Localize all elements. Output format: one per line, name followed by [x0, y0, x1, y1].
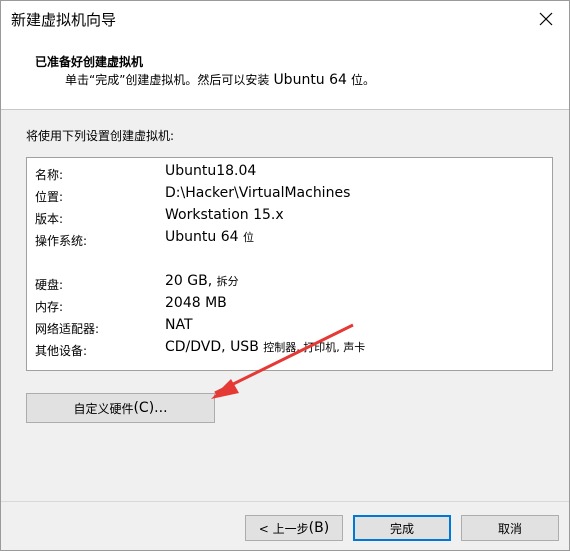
summary-label: 内存:	[35, 300, 64, 314]
close-icon	[539, 12, 553, 26]
summary-value: Workstation 15.x	[165, 207, 284, 223]
settings-summary-box: 名称: Ubuntu18.04 位置: D:\Hacker\VirtualMac…	[26, 157, 553, 371]
summary-value-main: CD/DVD, USB	[165, 339, 259, 355]
summary-label: 硬盘:	[35, 278, 64, 292]
summary-value: NAT	[165, 317, 193, 333]
title-bar: 新建虚拟机向导	[1, 1, 569, 37]
footer-divider	[1, 501, 569, 502]
summary-value-extra: 控制器, 打印机, 声卡	[263, 341, 366, 354]
summary-row-network: 网络适配器: NAT	[27, 316, 552, 338]
summary-row-os: 操作系统: Ubuntu 64 位	[27, 228, 552, 250]
summary-value: CD/DVD, USB 控制器, 打印机, 声卡	[165, 339, 365, 355]
summary-value-main: 2048 MB	[165, 295, 227, 311]
intro-text: 将使用下列设置创建虚拟机:	[26, 129, 175, 143]
summary-value-extra: 位	[242, 231, 254, 244]
summary-row-disk: 硬盘: 20 GB, 拆分	[27, 272, 552, 294]
header-subtitle-suffix: 位。	[350, 73, 375, 87]
arrow-head	[211, 379, 239, 399]
summary-row-name: 名称: Ubuntu18.04	[27, 162, 552, 184]
summary-label: 版本:	[35, 212, 64, 226]
summary-value-main: NAT	[165, 317, 193, 333]
window-title: 新建虚拟机向导	[11, 11, 117, 29]
summary-value-main: Ubuntu18.04	[165, 163, 257, 179]
finish-button-label: 完成	[389, 521, 414, 536]
summary-value: 2048 MB	[165, 295, 227, 311]
back-button-key: (B)	[308, 520, 330, 536]
summary-row-memory: 内存: 2048 MB	[27, 294, 552, 316]
customize-hardware-label: 自定义硬件	[73, 401, 134, 416]
summary-value-main: D:\Hacker\VirtualMachines	[165, 185, 351, 201]
summary-row-version: 版本: Workstation 15.x	[27, 206, 552, 228]
summary-value: Ubuntu 64 位	[165, 229, 254, 245]
summary-value-extra: 拆分	[216, 275, 239, 288]
finish-button[interactable]: 完成	[353, 515, 451, 541]
summary-label: 网络适配器:	[35, 322, 100, 336]
back-button-label: < 上一步	[258, 521, 309, 536]
summary-value-main: Workstation 15.x	[165, 207, 284, 223]
summary-label: 操作系统:	[35, 234, 88, 248]
wizard-header: 已准备好创建虚拟机 单击“完成”创建虚拟机。然后可以安装 Ubuntu 64 位…	[1, 37, 569, 110]
close-button[interactable]	[529, 3, 563, 35]
customize-hardware-key: (C)...	[133, 400, 168, 416]
header-subtitle: 单击“完成”创建虚拟机。然后可以安装 Ubuntu 64 位。	[65, 71, 375, 88]
customize-hardware-button[interactable]: 自定义硬件 (C)...	[26, 393, 215, 423]
header-title: 已准备好创建虚拟机	[35, 55, 144, 69]
summary-value: Ubuntu18.04	[165, 163, 256, 179]
summary-row-location: 位置: D:\Hacker\VirtualMachines	[27, 184, 552, 206]
summary-value: 20 GB, 拆分	[165, 273, 239, 289]
header-subtitle-os: Ubuntu 64	[273, 72, 347, 88]
summary-label: 名称:	[35, 168, 64, 182]
summary-label: 位置:	[35, 190, 64, 204]
back-button[interactable]: < 上一步 (B)	[245, 515, 343, 541]
cancel-button-label: 取消	[497, 521, 522, 536]
header-subtitle-prefix: 单击“完成”创建虚拟机。然后可以安装	[65, 73, 270, 87]
summary-label: 其他设备:	[35, 344, 88, 358]
cancel-button[interactable]: 取消	[461, 515, 559, 541]
summary-value: D:\Hacker\VirtualMachines	[165, 185, 350, 201]
summary-value-main: Ubuntu 64	[165, 229, 239, 245]
summary-value-main: 20 GB,	[165, 273, 213, 289]
summary-row-devices: 其他设备: CD/DVD, USB 控制器, 打印机, 声卡	[27, 338, 552, 360]
wizard-window: 新建虚拟机向导 已准备好创建虚拟机 单击“完成”创建虚拟机。然后可以安装 Ubu…	[0, 0, 570, 551]
